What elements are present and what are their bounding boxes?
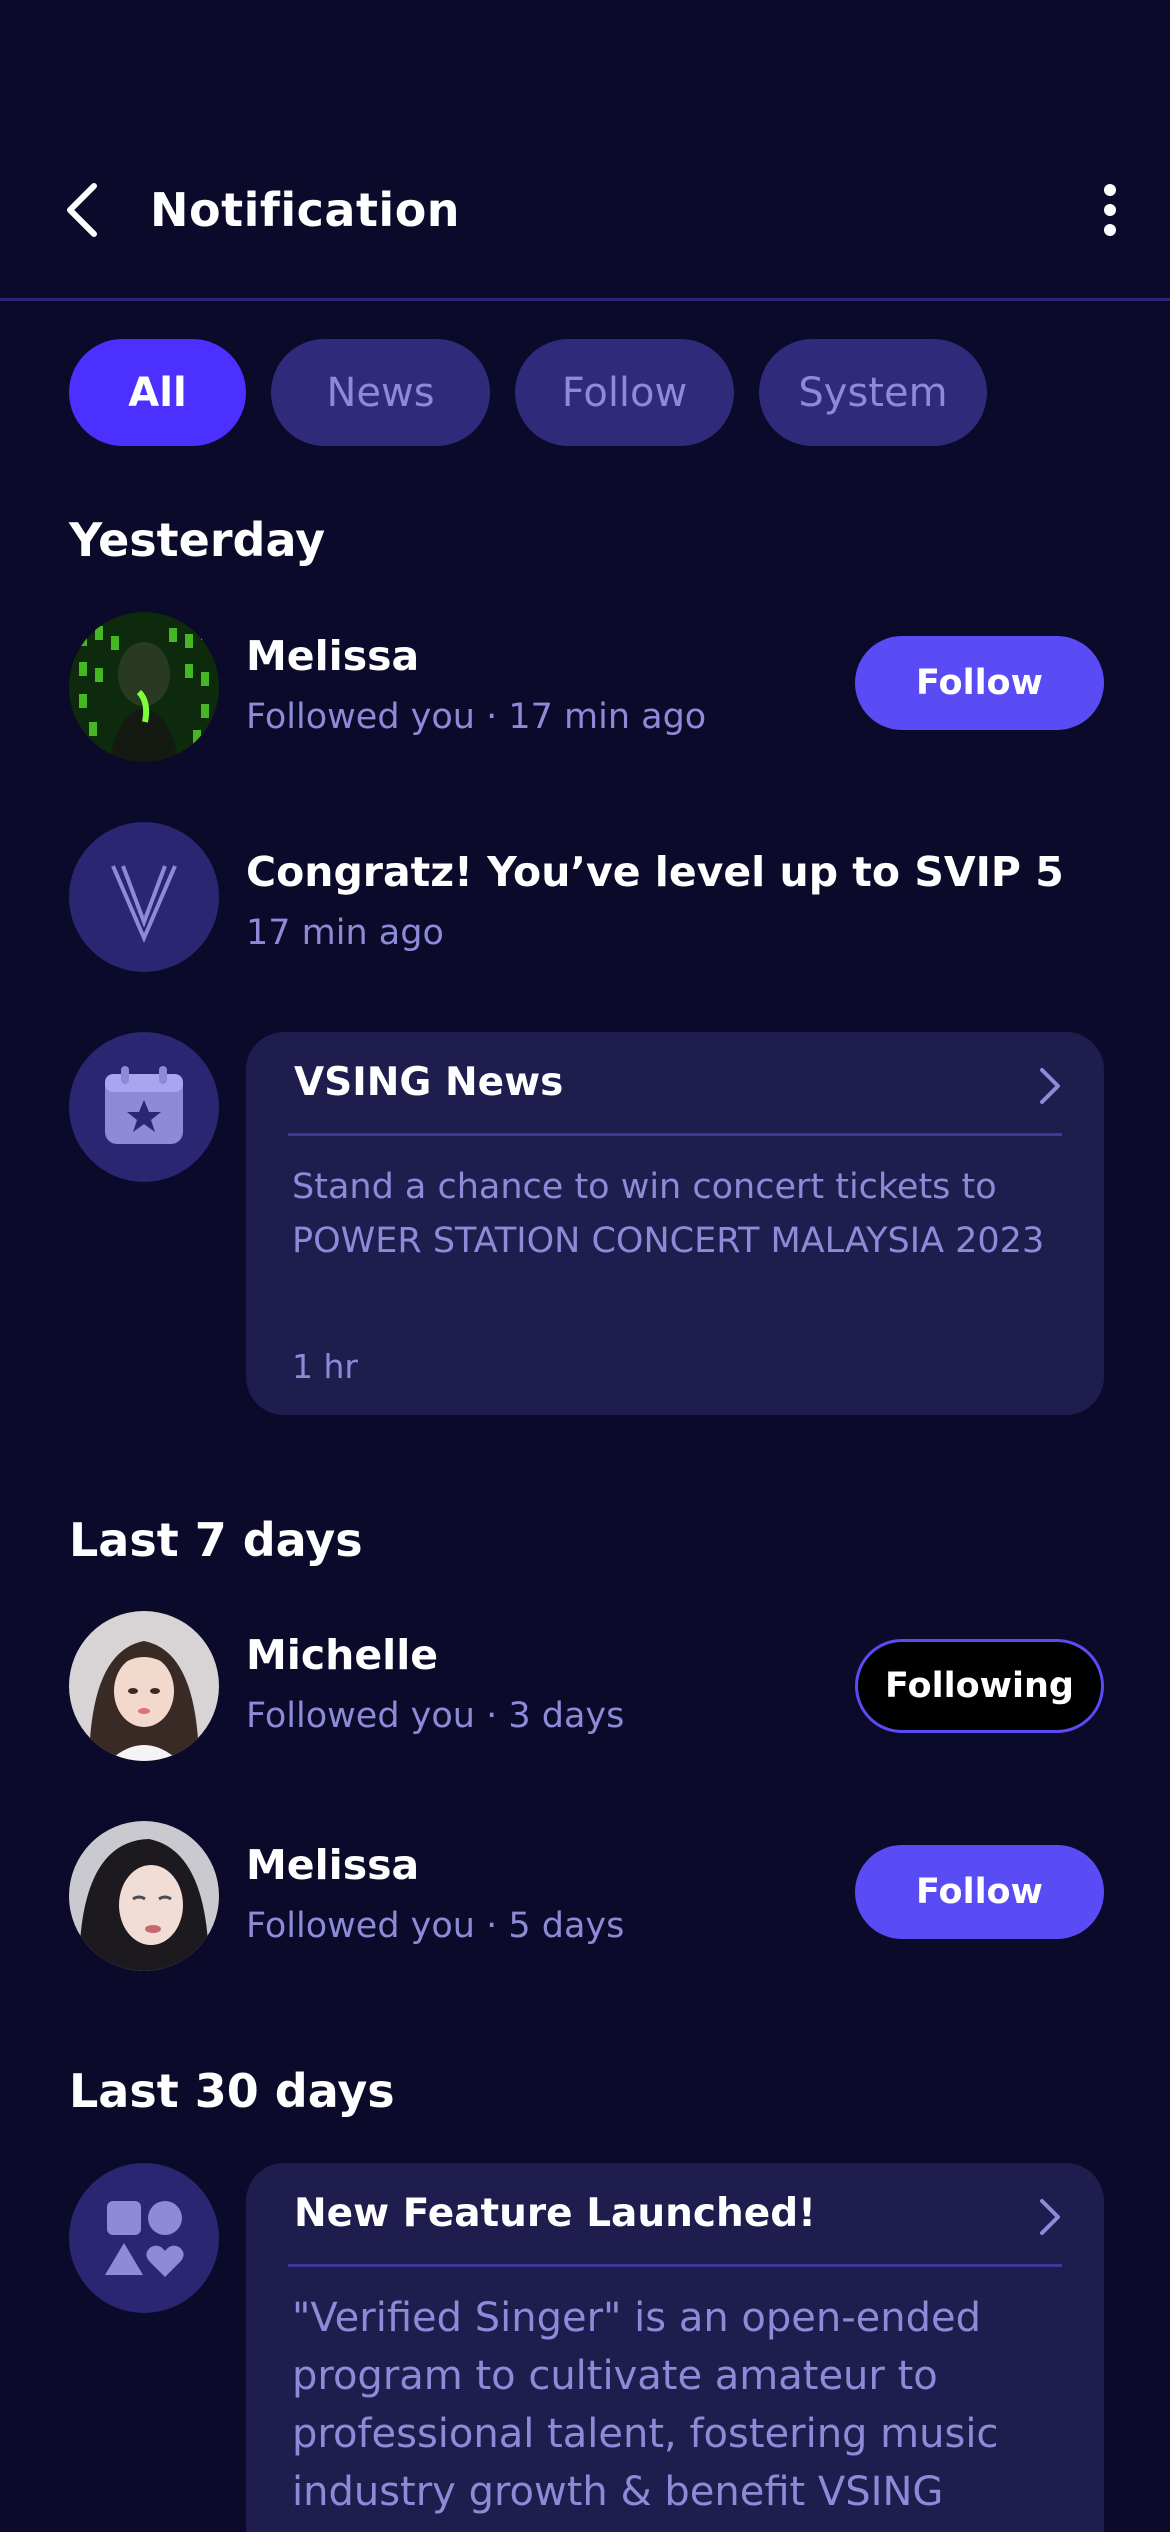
following-button[interactable]: Following [855, 1639, 1104, 1733]
notification-subtext: Followed you · 3 days [246, 1696, 625, 1736]
page-title: Notification [150, 183, 461, 237]
card-divider [288, 1133, 1062, 1136]
shapes-icon [69, 2163, 219, 2313]
section-title-last-7-days: Last 7 days [69, 1513, 363, 1567]
card-title: VSING News [294, 1060, 564, 1105]
avatar[interactable] [69, 612, 219, 762]
card-timestamp: 1 hr [292, 1347, 358, 1386]
calendar-icon [69, 1032, 219, 1182]
notification-screen: Notification All News Follow System Yest… [0, 0, 1170, 2532]
tab-news[interactable]: News [271, 339, 490, 446]
card-body: "Verified Singer" is an open-ended progr… [292, 2295, 999, 2515]
filter-tabs: All News Follow System [69, 339, 987, 446]
tab-system[interactable]: System [759, 339, 987, 446]
chevron-right-icon[interactable] [1032, 2193, 1068, 2241]
card-body: Stand a chance to win concert tickets to… [292, 1167, 1045, 1261]
notification-name: Melissa [246, 1841, 420, 1889]
back-arrow-icon[interactable] [56, 180, 116, 240]
notification-name: Melissa [246, 632, 420, 680]
section-title-last-30-days: Last 30 days [69, 2064, 395, 2118]
notification-title: Congratz! You’ve level up to SVIP 5 [246, 848, 1064, 896]
tab-all[interactable]: All [69, 339, 246, 446]
notification-subtext: Followed you · 5 days [246, 1906, 625, 1946]
news-card[interactable]: VSING News Stand a chance to win concert… [246, 1032, 1104, 1415]
header-divider [0, 298, 1170, 301]
follow-button[interactable]: Follow [855, 636, 1104, 730]
svip-badge-icon [69, 822, 219, 972]
notification-subtext: 17 min ago [246, 913, 444, 953]
avatar[interactable] [69, 1821, 219, 1971]
notification-name: Michelle [246, 1631, 439, 1679]
card-title: New Feature Launched! [294, 2191, 816, 2236]
feature-card[interactable]: New Feature Launched! "Verified Singer" … [246, 2163, 1104, 2532]
follow-button[interactable]: Follow [855, 1845, 1104, 1939]
section-title-yesterday: Yesterday [69, 513, 326, 567]
avatar[interactable] [69, 1611, 219, 1761]
notification-subtext: Followed you · 17 min ago [246, 697, 707, 737]
app-header: Notification [0, 150, 1170, 272]
tab-follow[interactable]: Follow [515, 339, 734, 446]
more-options-icon[interactable] [1090, 180, 1130, 240]
card-divider [288, 2264, 1062, 2267]
chevron-right-icon[interactable] [1032, 1062, 1068, 1110]
